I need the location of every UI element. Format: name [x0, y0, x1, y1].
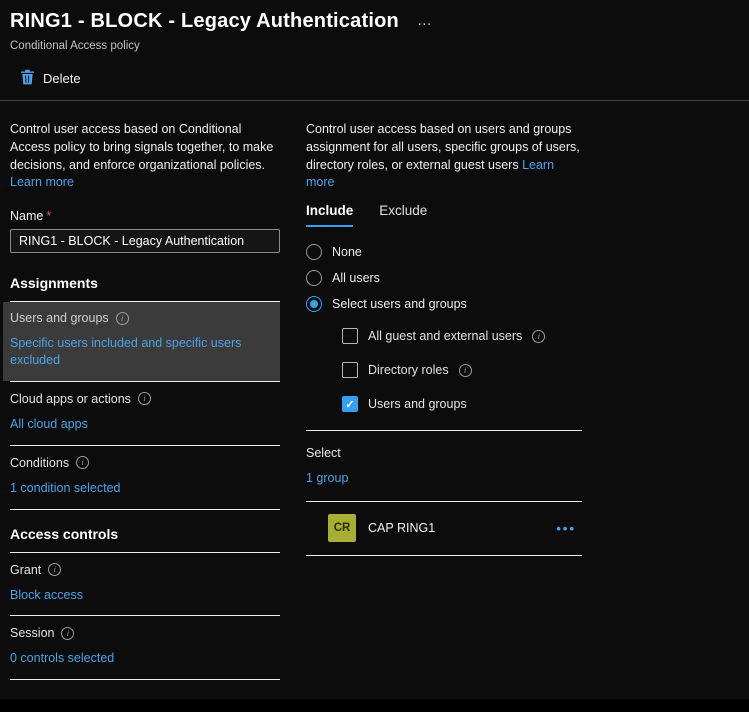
radio-all-users-label: All users [332, 271, 380, 285]
divider [306, 555, 582, 556]
info-icon[interactable]: i [61, 627, 74, 640]
info-icon[interactable]: i [138, 392, 151, 405]
page-header: RING1 - BLOCK - Legacy Authentication … … [0, 0, 749, 52]
users-groups-panel: Control user access based on users and g… [306, 121, 582, 680]
delete-button-label: Delete [43, 71, 81, 86]
delete-button[interactable]: Delete [20, 69, 81, 88]
radio-none-label: None [332, 245, 362, 259]
cloud-apps-item[interactable]: Cloud apps or actions i All cloud apps [10, 382, 280, 445]
divider [306, 430, 582, 431]
session-label: Session [10, 626, 54, 640]
selected-group-row[interactable]: CR CAP RING1 ••• [306, 502, 582, 555]
delete-icon [20, 69, 35, 88]
learn-more-link[interactable]: Learn more [10, 175, 74, 189]
info-icon[interactable]: i [48, 563, 61, 576]
panel-description: Control user access based on users and g… [306, 121, 582, 192]
group-avatar: CR [328, 514, 356, 542]
group-more-options-icon[interactable]: ••• [556, 521, 576, 536]
conditions-label: Conditions [10, 456, 69, 470]
users-and-groups-label: Users and groups [10, 311, 109, 325]
users-and-groups-item[interactable]: Users and groups i Specific users includ… [3, 302, 280, 381]
policy-description: Control user access based on Conditional… [10, 121, 280, 192]
grant-label: Grant [10, 563, 41, 577]
checkbox-checked-icon[interactable]: ✓ [342, 396, 358, 412]
session-value-link[interactable]: 0 controls selected [10, 650, 278, 667]
cloud-apps-value-link[interactable]: All cloud apps [10, 416, 278, 433]
page-subtitle: Conditional Access policy [10, 40, 737, 52]
more-options-icon[interactable]: … [417, 12, 433, 29]
info-icon[interactable]: i [76, 456, 89, 469]
radio-icon[interactable] [306, 244, 322, 260]
group-name: CAP RING1 [368, 521, 435, 535]
include-options: None All users Select users and groups [306, 244, 582, 312]
access-controls-header: Access controls [10, 526, 280, 552]
name-label: Name* [10, 209, 280, 223]
policy-description-text: Control user access based on Conditional… [10, 122, 273, 172]
cloud-apps-label: Cloud apps or actions [10, 392, 131, 406]
checkbox-icon[interactable] [342, 328, 358, 344]
assignments-header: Assignments [10, 275, 280, 301]
radio-none[interactable]: None [306, 244, 582, 260]
policy-name-input[interactable] [10, 229, 280, 253]
divider [10, 679, 280, 680]
grant-item[interactable]: Grant i Block access [10, 553, 280, 616]
checkbox-icon[interactable] [342, 362, 358, 378]
checkbox-guest-external-label: All guest and external users [368, 329, 522, 343]
checkbox-users-groups-label: Users and groups [368, 397, 467, 411]
policy-summary-panel: Control user access based on Conditional… [10, 121, 280, 680]
info-icon[interactable]: i [532, 330, 545, 343]
required-asterisk: * [46, 209, 51, 223]
checkbox-guest-external-users[interactable]: All guest and external users i [342, 328, 582, 344]
selected-groups-link[interactable]: 1 group [306, 471, 582, 485]
radio-all-users[interactable]: All users [306, 270, 582, 286]
radio-icon[interactable] [306, 270, 322, 286]
conditions-value-link[interactable]: 1 condition selected [10, 480, 278, 497]
include-exclude-tabs: Include Exclude [306, 203, 582, 228]
radio-selected-icon[interactable] [306, 296, 322, 312]
name-label-text: Name [10, 209, 43, 223]
info-icon[interactable]: i [116, 312, 129, 325]
info-icon[interactable]: i [459, 364, 472, 377]
select-options: All guest and external users i Directory… [342, 328, 582, 412]
grant-value-link[interactable]: Block access [10, 587, 278, 604]
tab-include[interactable]: Include [306, 203, 353, 227]
command-bar: Delete [0, 52, 749, 100]
radio-select-users-groups-label: Select users and groups [332, 297, 467, 311]
select-label: Select [306, 446, 582, 460]
checkbox-users-groups[interactable]: ✓ Users and groups [342, 396, 582, 412]
page-title: RING1 - BLOCK - Legacy Authentication [10, 10, 399, 33]
users-and-groups-value-link[interactable]: Specific users included and specific use… [10, 335, 272, 369]
session-item[interactable]: Session i 0 controls selected [10, 616, 280, 679]
tab-exclude[interactable]: Exclude [379, 203, 427, 227]
divider [10, 509, 280, 510]
bottom-bar [0, 699, 749, 712]
checkbox-directory-roles[interactable]: Directory roles i [342, 362, 582, 378]
radio-select-users-groups[interactable]: Select users and groups [306, 296, 582, 312]
checkbox-directory-roles-label: Directory roles [368, 363, 449, 377]
conditions-item[interactable]: Conditions i 1 condition selected [10, 446, 280, 509]
